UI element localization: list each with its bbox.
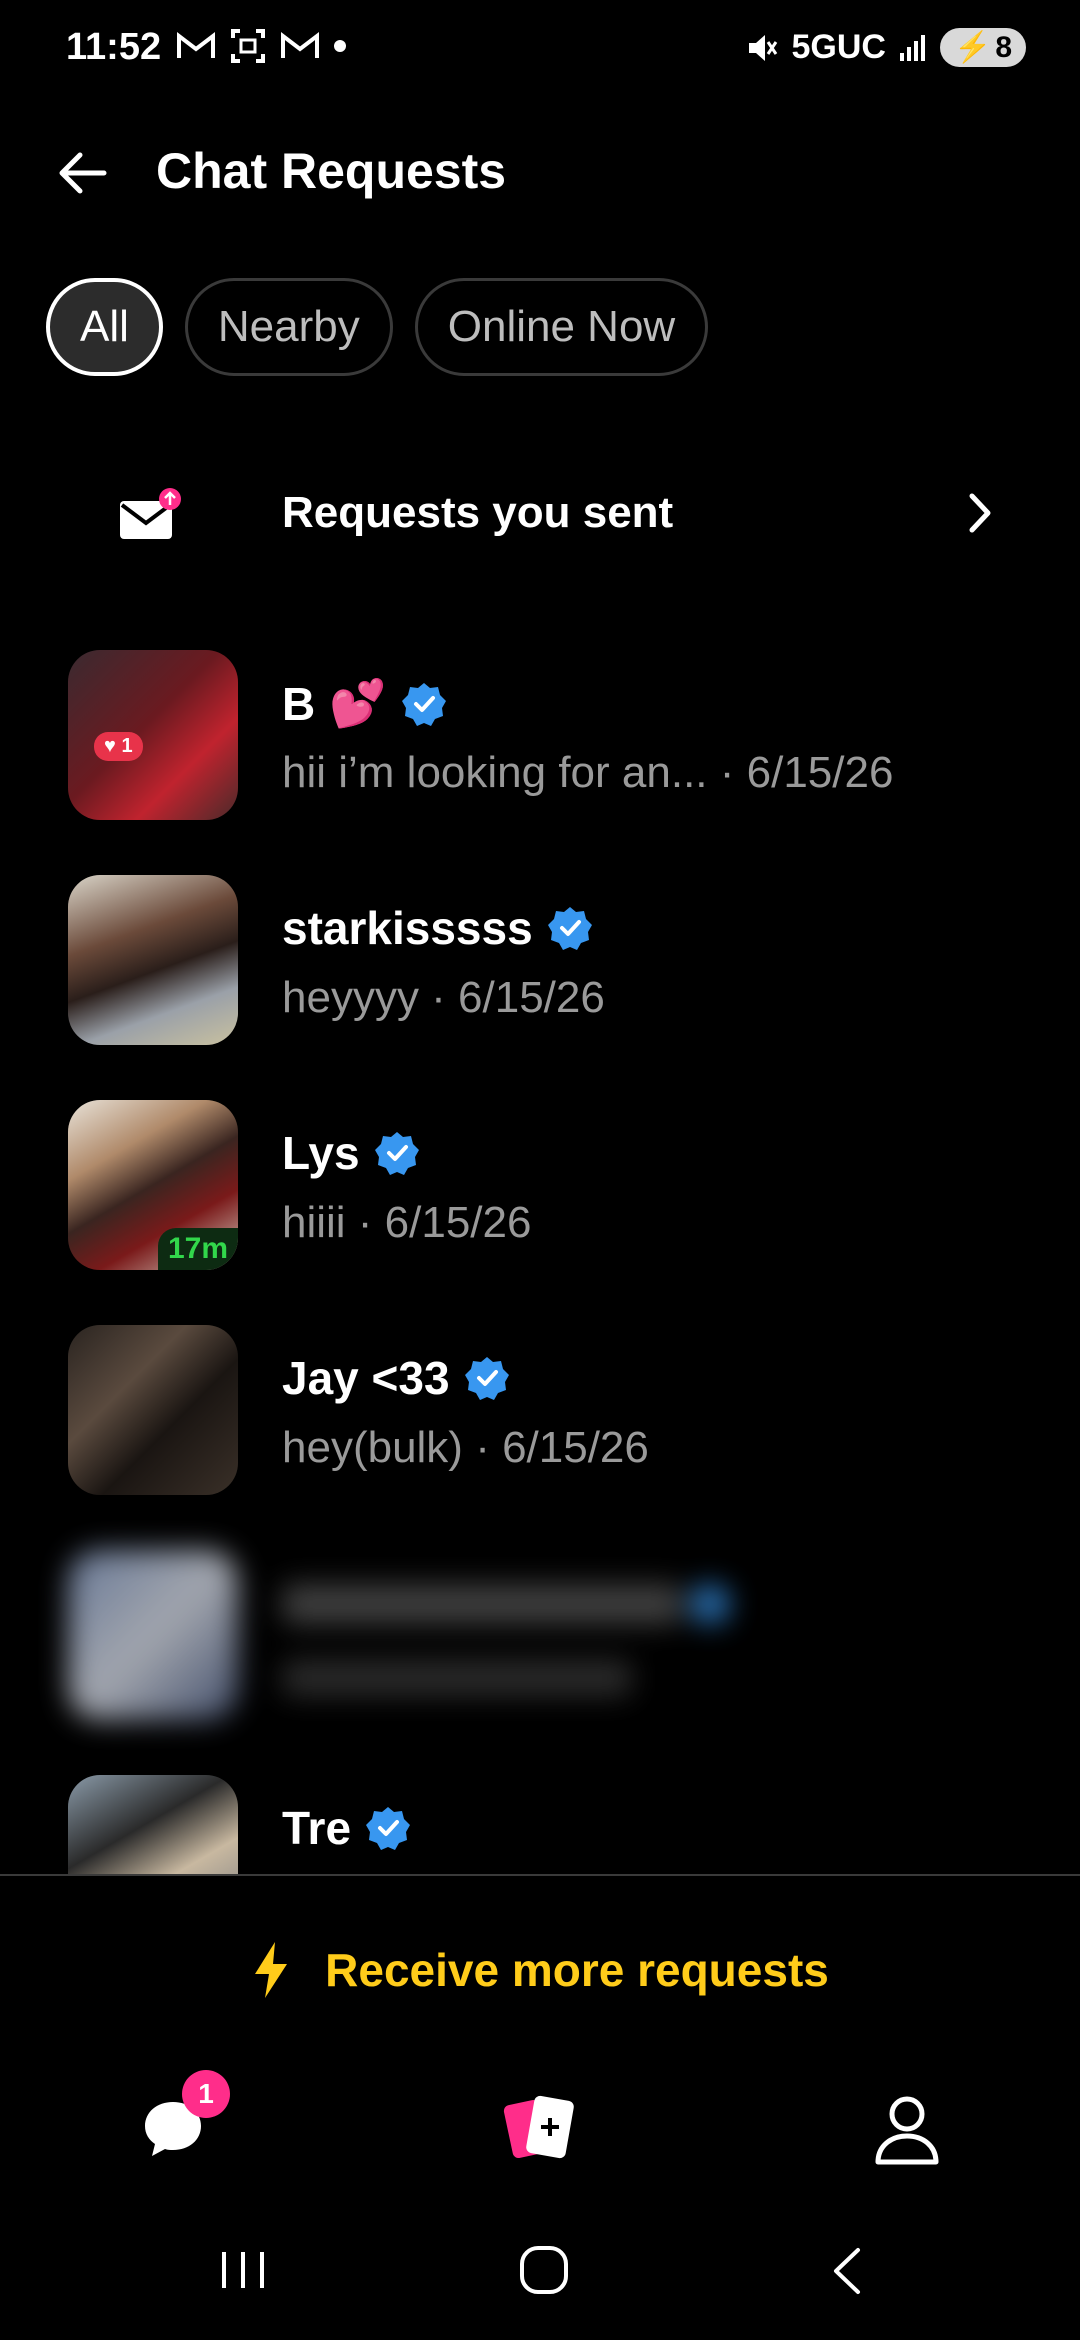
more-notifications-dot [334, 40, 346, 52]
request-name: Jay <33 [282, 1352, 450, 1404]
request-name: Tre [282, 1802, 352, 1854]
tab-bar [0, 2076, 1080, 2206]
like-badge: ♥ 1 [94, 732, 143, 761]
gmail-icon [177, 31, 215, 58]
status-time: 11:52 [66, 26, 162, 68]
avatar-blurred [68, 1550, 238, 1720]
chats-notification-badge: 1 [182, 2070, 230, 2118]
request-name: Lys [282, 1127, 360, 1179]
receive-more-requests-button[interactable]: Receive more requests [0, 1930, 1080, 2010]
request-name: B [282, 677, 316, 730]
network-label: 5GUC [791, 28, 886, 66]
avatar-starkisssss [68, 875, 238, 1045]
request-name-line: Lys [282, 1126, 420, 1180]
recent-apps-icon[interactable] [218, 2248, 268, 2292]
screenshot-icon [231, 29, 265, 63]
status-right: 5GUC ⚡ 8 [745, 28, 1026, 67]
request-name: starkisssss [282, 902, 533, 954]
profile-icon[interactable] [872, 2092, 942, 2166]
active-time-badge: 17m [157, 1228, 238, 1270]
verified-badge-icon [547, 907, 592, 950]
verified-badge-icon [366, 1807, 411, 1850]
filter-chips: All Nearby Online Now [46, 278, 709, 376]
request-name-line: starkisssss [282, 901, 593, 955]
chevron-right-icon [969, 493, 991, 533]
filter-chip-all[interactable]: All [46, 278, 163, 376]
page-title: Chat Requests [156, 143, 507, 199]
sent-mail-icon [120, 488, 181, 539]
avatar-jay [68, 1325, 238, 1495]
request-name-line: Tre [282, 1801, 411, 1855]
receive-more-requests-label: Receive more requests [325, 1944, 829, 1996]
request-row-blurred[interactable] [0, 1540, 1080, 1740]
filter-chip-online-now[interactable]: Online Now [414, 278, 709, 376]
request-name-line: B 💕 [282, 676, 447, 731]
verified-badge-icon [401, 682, 446, 726]
gmail-icon-2 [281, 31, 319, 58]
cards-icon[interactable] [500, 2088, 584, 2172]
hearts-emoji: 💕 [329, 677, 387, 729]
requests-sent-label: Requests you sent [282, 488, 674, 537]
blurred-name-placeholder [282, 1584, 682, 1624]
verified-badge-icon [690, 1584, 730, 1624]
request-preview: hey(bulk) · 6/15/26 [282, 1423, 649, 1472]
status-notification-icons [176, 28, 346, 64]
request-preview: hii i’m looking for an... · 6/15/26 [282, 748, 894, 797]
mute-icon [749, 34, 778, 61]
system-nav-bar [0, 2220, 1080, 2320]
battery-level: 8 [995, 30, 1012, 64]
avatar-b: ♥ 1 [68, 650, 238, 820]
filter-chip-nearby[interactable]: Nearby [184, 278, 393, 376]
signal-icon [899, 34, 925, 61]
blurred-preview-placeholder [282, 1660, 632, 1696]
lightning-icon [255, 1942, 288, 1998]
request-preview: heyyyy · 6/15/26 [282, 973, 605, 1022]
back-arrow-icon[interactable] [54, 145, 110, 201]
request-name-line: Jay <33 [282, 1351, 510, 1405]
battery-indicator: ⚡ 8 [939, 28, 1026, 67]
verified-badge-icon [374, 1132, 419, 1175]
back-nav-icon[interactable] [828, 2246, 868, 2296]
avatar-lys: 17m [68, 1100, 238, 1270]
verified-badge-icon [464, 1357, 509, 1400]
charging-icon: ⚡ [953, 31, 992, 64]
home-icon[interactable] [518, 2244, 570, 2296]
divider [0, 1874, 1080, 1876]
request-preview: hiiii · 6/15/26 [282, 1198, 532, 1247]
